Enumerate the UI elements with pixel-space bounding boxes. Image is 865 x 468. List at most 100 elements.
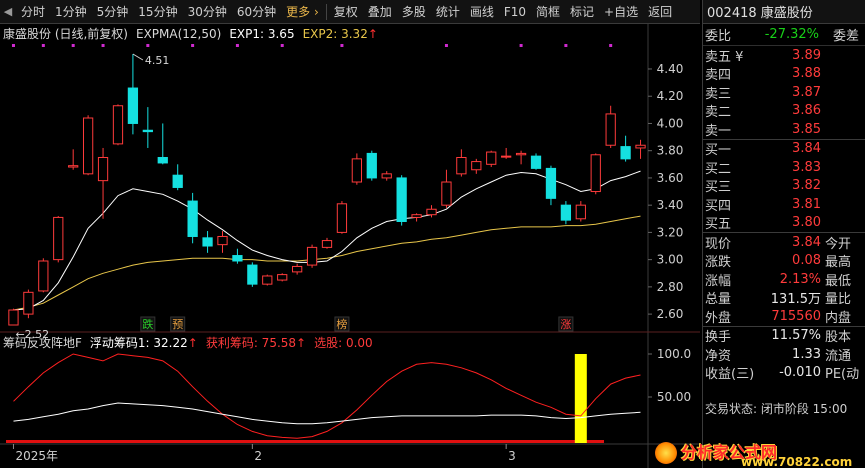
- float-chip-label: 浮动筹码1: 32.22: [89, 336, 188, 350]
- draw-line-button[interactable]: 画线: [465, 0, 499, 24]
- restore-rights-button[interactable]: 复权: [329, 0, 363, 24]
- signal-dot: [519, 44, 523, 47]
- signal-dot: [146, 44, 150, 47]
- trade-stage: 交易状态: 闭市阶段 15:00: [705, 402, 848, 416]
- signal-dot: [101, 44, 105, 47]
- candle-up: [501, 155, 512, 158]
- stat-label: PE(动: [825, 367, 860, 382]
- ratio-value: -27.32%: [764, 27, 819, 42]
- period-toolbar: ◀ 分时 1分钟 5分钟 15分钟 30分钟 60分钟 更多 › 复权 叠加 多…: [0, 0, 700, 24]
- buy-row: 买一 3.84: [703, 140, 865, 158]
- sell-price: 3.86: [792, 103, 821, 119]
- stat-value: 11.57%: [771, 328, 821, 344]
- y-tick-label: 3.20: [657, 225, 684, 239]
- return-button[interactable]: 返回: [643, 0, 677, 24]
- stat-value: 0.08: [792, 253, 821, 269]
- quote-panel: 002418 康盛股份 委比 -27.32% 委差 卖五 ¥ 3.89 卖四 3.8…: [702, 0, 865, 468]
- stat-row: 外盘 715560 内盘: [703, 307, 865, 326]
- kline-chart-area[interactable]: 4.40 4.20 4.00 3.80 3.60 3.40 3.20 3.00 2.80 2.60…: [0, 24, 700, 468]
- select-stock-label: 选股: 0.00: [314, 336, 373, 350]
- event-marker: 涨: [560, 318, 571, 331]
- stat-value: 715560: [771, 308, 821, 324]
- candle-up: [262, 275, 273, 285]
- diff-label: 委差: [832, 29, 859, 44]
- candle-down: [545, 167, 557, 199]
- candle-up: [456, 156, 467, 175]
- kline-chart-svg[interactable]: 4.40 4.20 4.00 3.80 3.60 3.40 3.20 3.00 2.80 2.60…: [0, 24, 700, 468]
- candle-down: [620, 146, 631, 160]
- buy-row: 买五 3.80: [703, 214, 865, 232]
- float-chip-group: 浮动筹码1: 32.22↑: [90, 334, 198, 351]
- overlay-button[interactable]: 叠加: [363, 0, 397, 24]
- buy-price: 3.83: [792, 159, 821, 175]
- stat-row: 总量 131.5万 量比: [703, 289, 865, 307]
- sell-label: 卖二: [705, 105, 732, 121]
- candle-down: [530, 155, 542, 169]
- stock-period-label: 康盛股份 (日线,前复权): [3, 27, 128, 41]
- company-stats: 换手 11.57% 股本 净资 1.33 流通 收益(三) -0.010 PE(动: [703, 327, 865, 382]
- stat-label: 股本: [825, 330, 852, 345]
- stat-row: 收益(三) -0.010 PE(动: [703, 364, 865, 382]
- candle-down: [142, 129, 153, 133]
- f10-button[interactable]: F10: [499, 0, 531, 24]
- stat-label: 换手: [705, 330, 732, 345]
- signal-dot: [564, 44, 568, 47]
- stat-label: 涨跌: [705, 255, 732, 270]
- buy-label: 买四: [705, 198, 732, 214]
- exp2-label: EXP2: 3.32: [302, 26, 368, 41]
- candle-down: [247, 264, 258, 285]
- tab-5min[interactable]: 5分钟: [92, 0, 134, 24]
- candle-up: [411, 214, 422, 218]
- sell-price: 3.88: [792, 66, 821, 82]
- sell-row: 卖一 3.85: [703, 120, 865, 139]
- sub-y-tick-label: 50.00: [657, 390, 691, 404]
- logo-badge-icon: [655, 442, 677, 464]
- event-marker: 跌: [142, 317, 153, 331]
- candle-up: [38, 260, 49, 292]
- sell-row: 卖三 3.87: [703, 83, 865, 102]
- tab-1min[interactable]: 1分钟: [50, 0, 92, 24]
- tab-60min[interactable]: 60分钟: [232, 0, 281, 24]
- candle-up: [306, 246, 318, 266]
- x-tick-label: 3: [508, 449, 516, 463]
- tab-more[interactable]: 更多 ›: [281, 0, 324, 24]
- candle-up: [23, 291, 34, 315]
- simple-frame-button[interactable]: 简框: [531, 0, 565, 24]
- stat-label: 总量: [705, 292, 732, 307]
- y-tick-label: 2.60: [657, 307, 684, 321]
- logo-url: www.70822.com: [741, 455, 853, 468]
- candle-up: [97, 156, 109, 182]
- main-legend: 康盛股份 (日线,前复权) EXPMA(12,50) EXP1: 3.65 EX…: [3, 25, 378, 42]
- indicator-name[interactable]: EXPMA(12,50): [136, 27, 221, 41]
- candle-up: [217, 235, 228, 246]
- candle-down: [157, 156, 168, 164]
- exp1-label: EXP1: 3.65: [229, 26, 295, 41]
- signal-dot: [444, 44, 448, 47]
- mark-button[interactable]: 标记: [565, 0, 599, 24]
- signal-dot: [609, 44, 613, 47]
- candle-up: [68, 165, 79, 168]
- add-watchlist-button[interactable]: +自选: [599, 0, 643, 24]
- sub-y-tick-label: 100.0: [657, 347, 691, 361]
- buy-label: 买二: [705, 161, 732, 177]
- candle-up: [277, 274, 288, 281]
- candle-up: [486, 151, 497, 165]
- tab-15min[interactable]: 15分钟: [133, 0, 182, 24]
- stock-title: 002418 康盛股份: [707, 6, 813, 21]
- stat-row: 涨幅 2.13% 最低: [703, 270, 865, 289]
- tab-intraday[interactable]: 分时: [16, 0, 50, 24]
- candle-down: [560, 204, 572, 221]
- candle-down: [202, 237, 213, 247]
- caret-left-icon[interactable]: ◀: [0, 0, 16, 24]
- statistics-button[interactable]: 统计: [431, 0, 465, 24]
- sell-label: 卖五 ¥: [705, 49, 744, 65]
- sub-indicator-name[interactable]: 筹码反攻阵地F: [3, 334, 82, 351]
- tab-30min[interactable]: 30分钟: [183, 0, 232, 24]
- high-label: 4.51: [145, 54, 170, 67]
- order-ratio-row: 委比 -27.32% 委差: [703, 24, 865, 46]
- sell-label: 卖一: [705, 123, 732, 139]
- event-marker: 预: [172, 318, 183, 331]
- stat-row: 涨跌 0.08 最高: [703, 252, 865, 270]
- buy-price: 3.80: [792, 215, 821, 231]
- multi-stock-button[interactable]: 多股: [397, 0, 431, 24]
